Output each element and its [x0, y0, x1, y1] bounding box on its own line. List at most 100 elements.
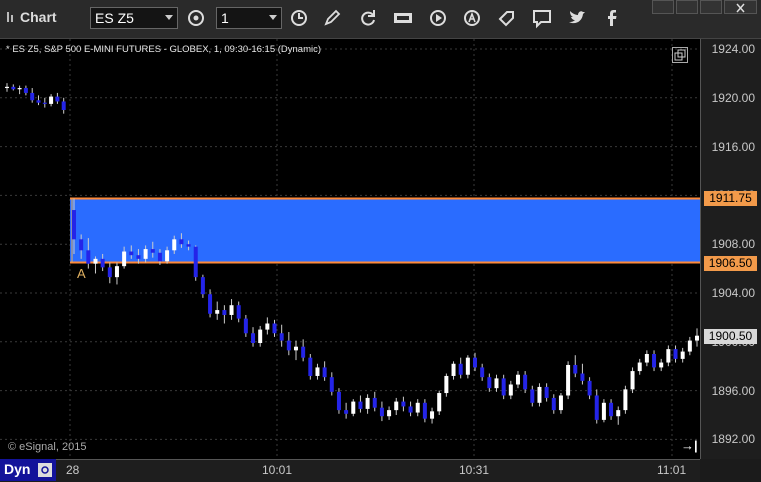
dynamic-mode-button[interactable]: Dyn — [0, 459, 56, 481]
scroll-right-icon[interactable]: →| — [681, 438, 698, 453]
candle-body — [315, 367, 320, 376]
chart-plot-area[interactable] — [0, 39, 700, 459]
candle-body — [695, 335, 699, 341]
candle-body — [344, 410, 349, 414]
candle-body — [666, 349, 671, 363]
candle-body — [229, 305, 234, 315]
time-label: 28 — [66, 463, 80, 477]
candle-body — [558, 395, 563, 411]
chevron-down-icon[interactable] — [165, 15, 173, 20]
chevron-down-icon[interactable] — [269, 15, 277, 20]
candle-body — [150, 249, 155, 253]
candle-body — [465, 357, 470, 375]
refresh-icon[interactable] — [356, 7, 380, 29]
candle-body — [293, 346, 298, 351]
time-label: 10:01 — [262, 463, 293, 477]
comment-icon[interactable] — [530, 7, 554, 29]
close-button[interactable] — [724, 0, 757, 14]
candle-body — [422, 402, 427, 419]
candle-body — [251, 333, 256, 344]
candle-body — [49, 96, 54, 104]
candle-body — [544, 386, 549, 398]
candle-body — [143, 249, 148, 259]
candle-body — [322, 367, 327, 378]
lock-icon[interactable] — [37, 462, 53, 478]
app-title: Chart — [6, 9, 57, 25]
minimize-button[interactable] — [652, 0, 674, 14]
candle-body — [100, 258, 105, 268]
facebook-icon[interactable] — [600, 7, 624, 29]
symbol-input[interactable]: ES Z5 — [90, 7, 178, 29]
candle-body — [186, 244, 191, 247]
candle-body — [129, 251, 134, 256]
annotation-label: A — [77, 266, 86, 281]
candle-body — [394, 401, 399, 411]
candle-body — [594, 395, 599, 420]
clock-icon[interactable] — [287, 7, 311, 29]
candle-body — [107, 267, 112, 278]
play-icon[interactable] — [426, 7, 450, 29]
interval-input[interactable]: 1 — [216, 7, 282, 29]
time-axis[interactable]: 28 10:01 10:31 11:01 — [0, 459, 700, 482]
twitter-icon[interactable] — [565, 7, 589, 29]
candle-body — [372, 397, 377, 408]
candle-body — [272, 323, 277, 334]
alert-icon[interactable] — [460, 7, 484, 29]
price-tag-upper: 1911.75 — [704, 191, 757, 207]
candle-body — [193, 246, 198, 278]
chart-icon — [6, 10, 16, 24]
candle-body — [644, 354, 649, 363]
price-zone[interactable] — [70, 198, 700, 263]
candle-body — [365, 397, 370, 409]
candle-body — [23, 88, 28, 93]
restore-panel-icon[interactable] — [672, 47, 688, 63]
candle-body — [401, 401, 406, 407]
pencil-icon[interactable] — [320, 7, 344, 29]
settings-icon[interactable] — [184, 7, 208, 29]
tag-icon[interactable] — [495, 7, 519, 29]
candle-body — [673, 349, 678, 359]
candle-body — [30, 92, 35, 101]
candle-body — [573, 364, 578, 374]
candle-body — [215, 310, 220, 314]
app-title-label: Chart — [20, 9, 57, 25]
candle-body — [5, 86, 9, 89]
candle-body — [616, 410, 621, 417]
restore-button[interactable] — [700, 0, 722, 14]
candle-body — [61, 101, 66, 110]
maximize-button[interactable] — [676, 0, 698, 14]
candle-body — [508, 384, 513, 396]
candle-body — [157, 252, 162, 262]
candle-body — [265, 323, 270, 330]
candle-body — [537, 386, 542, 403]
candle-body — [566, 364, 571, 396]
price-tag-last: 1900.50 — [704, 328, 757, 344]
candle-body — [11, 86, 16, 90]
candle-body — [551, 397, 556, 411]
candle-body — [387, 410, 392, 417]
candle-body — [358, 401, 363, 409]
copyright-text: © eSignal, 2015 — [8, 441, 87, 453]
candle-body — [473, 357, 478, 368]
price-tick-label: 1904.00 — [711, 286, 755, 300]
candle-body — [515, 374, 520, 385]
candle-body — [114, 266, 119, 278]
candle-body — [351, 401, 356, 414]
price-tick-label: 1892.00 — [711, 432, 755, 447]
candle-body — [72, 210, 76, 240]
toolbar: Chart ES Z5 1 — [0, 0, 761, 39]
candle-body — [494, 378, 499, 389]
candle-body — [165, 250, 170, 262]
time-label: 10:31 — [459, 463, 490, 477]
get-icon[interactable] — [391, 7, 415, 29]
candle-body — [659, 362, 664, 368]
candle-body — [437, 393, 442, 412]
candle-body — [444, 375, 449, 394]
price-tick-label: 1924.00 — [711, 42, 755, 56]
candle-body — [329, 377, 334, 392]
candle-body — [200, 277, 205, 295]
candle-body — [136, 255, 141, 259]
candle-body — [609, 402, 614, 417]
price-chart[interactable] — [0, 39, 700, 459]
candle-body — [623, 389, 628, 411]
